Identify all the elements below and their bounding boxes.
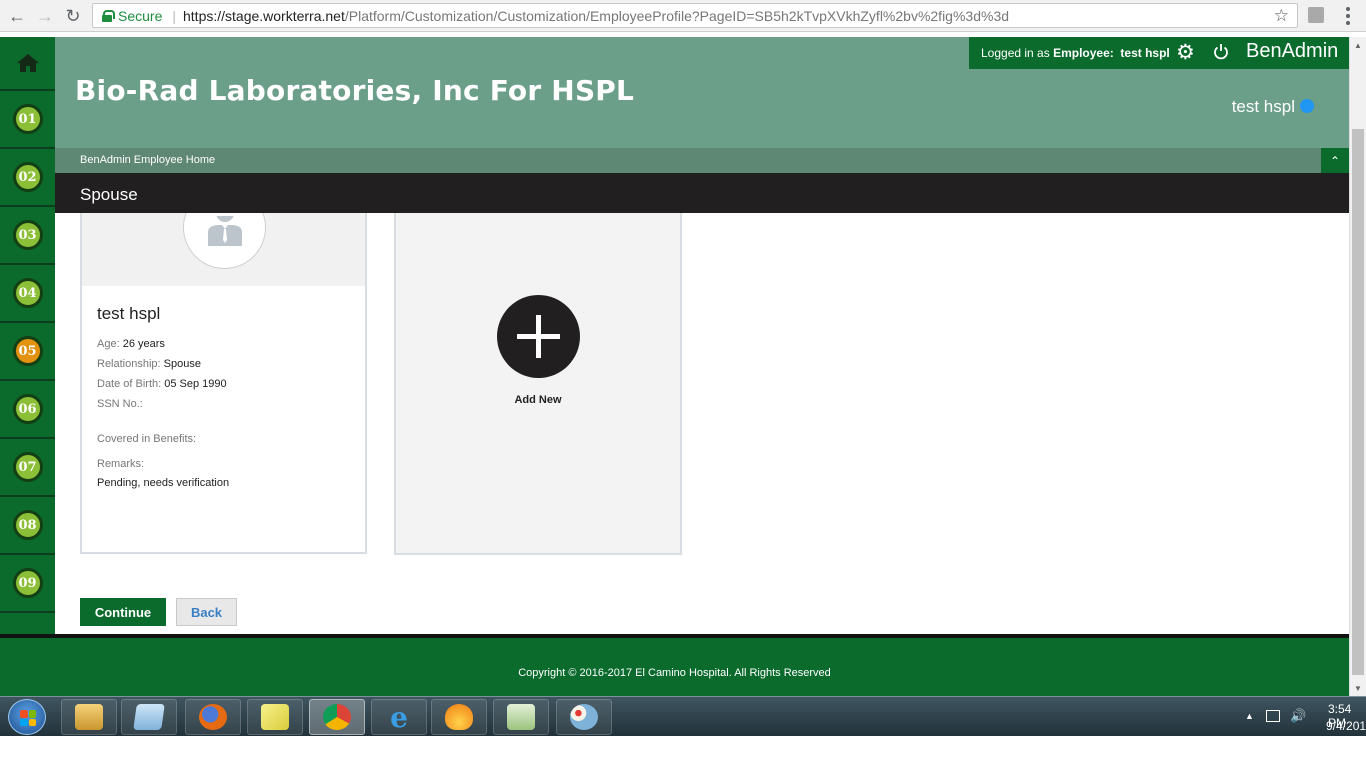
remarks-label: Remarks: — [97, 458, 145, 470]
site-header: Bio-Rad Laboratories, Inc For HSPL Logge… — [55, 37, 1349, 148]
paint-palette-icon — [570, 704, 598, 730]
step-01[interactable]: 01 — [0, 91, 55, 149]
sticky-notes-icon — [261, 704, 289, 730]
taskbar-notepad[interactable] — [121, 699, 177, 735]
age-row: Age: 26 years — [97, 338, 165, 350]
remarks-value: Pending, needs verification — [97, 477, 230, 489]
spreadsheet-icon — [507, 704, 535, 730]
back-arrow-icon[interactable]: ← — [6, 5, 28, 27]
home-icon — [16, 54, 39, 72]
browser-menu-icon[interactable] — [1338, 5, 1358, 27]
step-number: 01 — [12, 104, 43, 134]
url-path: /Platform/Customization/Customization/Em… — [344, 7, 1010, 24]
taskbar-spreadsheet[interactable] — [493, 699, 549, 735]
step-07[interactable]: 07 — [0, 439, 55, 497]
taskbar-paint[interactable] — [556, 699, 612, 735]
info-icon[interactable] — [1300, 99, 1314, 113]
folder-icon — [75, 704, 103, 730]
back-button[interactable]: Back — [176, 598, 237, 626]
step-number: 04 — [12, 278, 43, 308]
page-scrollbar[interactable]: ▲ ▼ — [1349, 37, 1366, 696]
clock-date[interactable]: 9/4/2017 — [1326, 719, 1366, 733]
scroll-thumb[interactable] — [1352, 129, 1364, 675]
taskbar-sticky-notes[interactable] — [247, 699, 303, 735]
step-08[interactable]: 08 — [0, 497, 55, 555]
url-host: https://stage.workterra.net — [183, 7, 345, 24]
continue-button[interactable]: Continue — [80, 598, 166, 626]
step-number: 08 — [12, 510, 43, 540]
add-new-label[interactable]: Add New — [396, 394, 680, 406]
scroll-up-arrow-icon[interactable]: ▲ — [1354, 41, 1362, 50]
ssn-row: SSN No.: — [97, 398, 143, 410]
extension-icon[interactable] — [1308, 7, 1324, 23]
omnibox-separator: | — [172, 7, 176, 24]
page-title-bar: Spouse — [55, 173, 1349, 213]
step-02[interactable]: 02 — [0, 149, 55, 207]
bookmark-star-icon[interactable]: ☆ — [1274, 6, 1289, 26]
gear-icon[interactable]: ⚙ — [1176, 41, 1195, 65]
show-hidden-icons-icon[interactable]: ▲ — [1245, 711, 1254, 721]
step-09[interactable]: 09 — [0, 555, 55, 613]
collapse-chevron-up-icon[interactable]: ⌃ — [1321, 148, 1349, 173]
step-number: 07 — [12, 452, 43, 482]
internet-explorer-icon: e — [390, 700, 408, 734]
app-name: BenAdmin — [1246, 40, 1339, 62]
home-button[interactable] — [0, 37, 55, 91]
step-05[interactable]: 05 — [0, 323, 55, 381]
avatar — [183, 213, 266, 269]
chrome-icon — [323, 704, 351, 730]
forward-arrow-icon[interactable]: → — [34, 5, 56, 27]
power-icon[interactable] — [1213, 43, 1229, 61]
dependent-name: test hspl — [97, 304, 161, 323]
step-number: 02 — [12, 162, 43, 192]
step-number: 09 — [12, 568, 43, 598]
system-tray: ▲ 🔊 3:54 PM 9/4/2017 — [1200, 697, 1366, 737]
covered-benefits-label: Covered in Benefits: — [97, 433, 197, 445]
user-panel: Logged in as Employee: test hspl ⚙ BenAd… — [969, 37, 1349, 69]
reload-icon[interactable]: ↻ — [62, 5, 84, 27]
firefox-icon — [199, 704, 227, 730]
dependent-card[interactable]: test hspl Age: 26 years Relationship: Sp… — [80, 213, 367, 554]
taskbar-app-flame[interactable] — [431, 699, 487, 735]
notepad-icon — [133, 704, 165, 730]
taskbar-firefox[interactable] — [185, 699, 241, 735]
windows-taskbar: e ▲ 🔊 3:54 PM 9/4/2017 — [0, 696, 1366, 736]
step-06[interactable]: 06 — [0, 381, 55, 439]
step-sidebar: 01 02 03 04 05 06 07 08 09 — [0, 37, 55, 635]
breadcrumb: BenAdmin Employee Home ⌃ — [55, 148, 1349, 173]
header-username[interactable]: test hspl — [1232, 97, 1295, 117]
screen-bottom-strip — [0, 736, 1366, 768]
flame-icon — [445, 704, 473, 730]
taskbar-chrome[interactable] — [309, 699, 365, 735]
step-number: 03 — [12, 220, 43, 250]
dob-row: Date of Birth: 05 Sep 1990 — [97, 378, 227, 390]
copyright-text: Copyright © 2016-2017 El Camino Hospital… — [518, 667, 831, 679]
network-icon[interactable] — [1266, 710, 1280, 722]
relationship-row: Relationship: Spouse — [97, 358, 201, 370]
page-footer: Copyright © 2016-2017 El Camino Hospital… — [0, 634, 1349, 696]
taskbar-internet-explorer[interactable]: e — [371, 699, 427, 735]
person-icon — [208, 216, 242, 246]
secure-label: Secure — [118, 7, 163, 24]
taskbar-explorer[interactable] — [61, 699, 117, 735]
address-bar[interactable]: Secure | https://stage.workterra.net/Pla… — [92, 3, 1298, 28]
logged-in-text: Logged in as Employee: test hspl — [981, 46, 1170, 60]
breadcrumb-home-link[interactable]: BenAdmin Employee Home — [80, 154, 215, 166]
step-number: 06 — [12, 394, 43, 424]
step-number-active: 05 — [12, 336, 43, 366]
windows-logo-icon — [20, 710, 36, 726]
step-04[interactable]: 04 — [0, 265, 55, 323]
company-title: Bio-Rad Laboratories, Inc For HSPL — [75, 74, 635, 107]
step-03[interactable]: 03 — [0, 207, 55, 265]
lock-icon — [102, 9, 115, 22]
start-button[interactable] — [8, 699, 46, 735]
browser-toolbar: ← → ↻ Secure | https://stage.workterra.n… — [0, 0, 1366, 32]
page-title: Spouse — [80, 185, 138, 204]
scroll-down-arrow-icon[interactable]: ▼ — [1354, 684, 1362, 693]
volume-icon[interactable]: 🔊 — [1290, 708, 1306, 724]
card-photo-area — [82, 213, 365, 286]
plus-icon[interactable] — [497, 295, 580, 378]
add-new-card[interactable]: Add New — [394, 213, 682, 555]
